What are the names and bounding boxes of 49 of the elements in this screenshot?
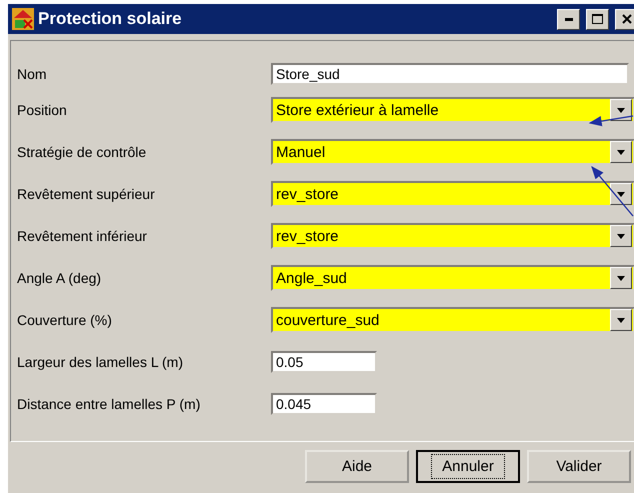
minimize-icon [564, 18, 572, 20]
field-label: Revêtement supérieur [17, 186, 156, 202]
caret-icon [617, 108, 625, 112]
dropdown-button[interactable] [610, 141, 632, 163]
dropdown-button[interactable] [610, 309, 632, 331]
number-field[interactable]: 0.05 [271, 351, 377, 373]
window-title: Protection solaire [38, 9, 183, 29]
dropdown-value: couverture_sud [275, 312, 380, 328]
dialog-button[interactable]: Aide [305, 450, 409, 483]
field-label: Position [17, 102, 68, 118]
caret-icon [617, 192, 625, 196]
dropdown-value: Angle_sud [275, 270, 348, 286]
dropdown[interactable]: rev_store [271, 223, 634, 249]
text-field[interactable]: Store_sud [271, 63, 629, 85]
number-field[interactable]: 0.045 [271, 393, 377, 415]
dropdown[interactable]: Store extérieur à lamelle [271, 97, 634, 123]
close-button[interactable] [615, 8, 634, 30]
field-label: Distance entre lamelles P (m) [17, 396, 202, 412]
dropdown-button[interactable] [610, 99, 632, 121]
dropdown-value: rev_store [275, 186, 340, 202]
dialog-button[interactable]: Annuler [416, 450, 520, 483]
caret-icon [617, 150, 625, 154]
annotation-arrow [588, 115, 634, 126]
field-label: Couverture (%) [17, 312, 113, 328]
field-label: Largeur des lamelles L (m) [17, 354, 184, 370]
dropdown[interactable]: rev_store [271, 181, 634, 207]
annotation-arrow [591, 166, 634, 216]
caret-icon [617, 318, 625, 322]
dropdown-button[interactable] [610, 267, 632, 289]
field-label: Revêtement inférieur [17, 228, 148, 244]
house-icon [12, 8, 34, 30]
maximize-icon [592, 14, 603, 24]
minimize-button[interactable] [557, 8, 580, 30]
dialog-button[interactable]: Valider [527, 450, 631, 483]
field-label: Angle A (deg) [17, 270, 102, 286]
close-icon [622, 14, 632, 24]
field-label: Nom [17, 66, 48, 82]
caret-icon [617, 234, 625, 238]
dropdown-button[interactable] [610, 225, 632, 247]
dropdown[interactable]: couverture_sud [271, 307, 634, 333]
maximize-button[interactable] [586, 8, 609, 30]
dropdown[interactable]: Angle_sud [271, 265, 634, 291]
caret-icon [617, 276, 625, 280]
dropdown-value: rev_store [275, 228, 340, 244]
field-label: Stratégie de contrôle [17, 144, 148, 160]
dropdown-button[interactable] [610, 183, 632, 205]
dropdown-value: Store extérieur à lamelle [275, 102, 440, 118]
dropdown[interactable]: Manuel [271, 139, 634, 165]
dropdown-value: Manuel [275, 144, 326, 160]
